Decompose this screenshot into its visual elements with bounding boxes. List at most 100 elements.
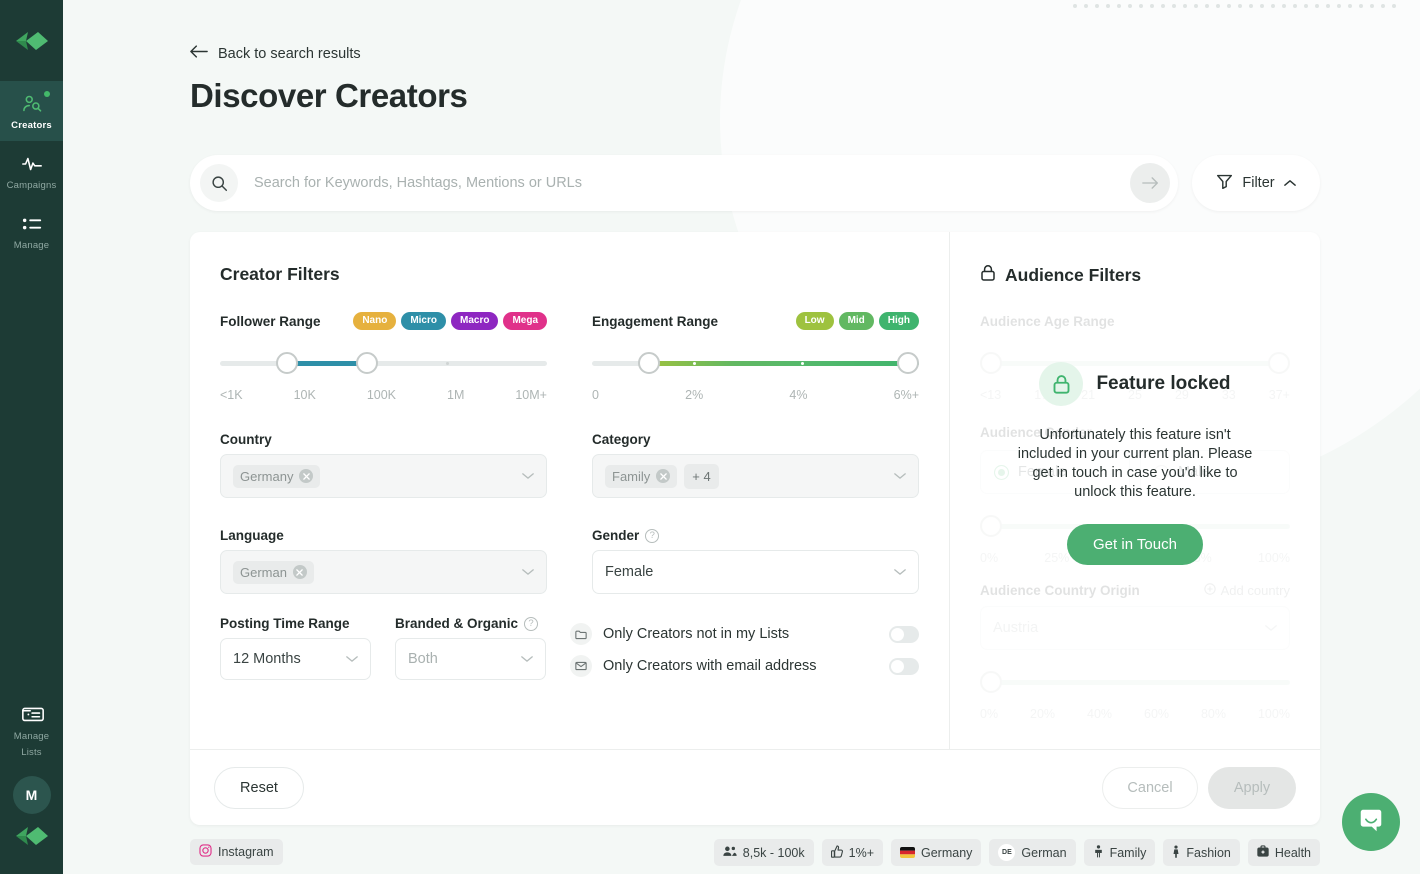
- reset-button[interactable]: Reset: [214, 767, 304, 809]
- posting-time-range-select[interactable]: 12 Months: [220, 638, 371, 680]
- tick: 4%: [789, 388, 807, 402]
- pill-micro: Micro: [401, 312, 446, 330]
- remove-language-icon[interactable]: [293, 565, 307, 579]
- platform-chip[interactable]: Instagram: [190, 839, 283, 865]
- gender-select[interactable]: Female: [592, 550, 919, 594]
- slider-knob-min[interactable]: [276, 352, 298, 374]
- audience-filters-title: Audience Filters: [1005, 265, 1141, 286]
- flag-de-icon: [900, 847, 915, 858]
- engagement-range-label: Engagement Range: [592, 314, 718, 329]
- search-icon: [200, 164, 238, 202]
- slider-fill: [648, 361, 919, 366]
- tick: 0: [592, 388, 599, 402]
- sidebar-item-label-line2: Lists: [21, 747, 42, 758]
- chevron-down-icon: [522, 467, 534, 485]
- country-filter: Country Germany: [220, 432, 547, 498]
- search-box: [190, 155, 1178, 211]
- slider-knob-min[interactable]: [638, 352, 660, 374]
- back-to-search-results-link[interactable]: Back to search results: [190, 44, 361, 63]
- language-tag-label: German: [240, 565, 287, 580]
- pill-mid: Mid: [839, 312, 874, 330]
- tick: 100K: [367, 388, 396, 402]
- remove-category-icon[interactable]: [656, 469, 670, 483]
- pill-low: Low: [796, 312, 834, 330]
- chip-label: German: [1021, 846, 1066, 860]
- audience-country-origin-filter: Audience Country Origin Add country: [980, 583, 1290, 721]
- sidebar: Creators Campaigns Manage: [0, 0, 63, 874]
- branded-organic-filter: Branded & Organic ? Both: [395, 616, 546, 680]
- chip-language[interactable]: DE German: [989, 839, 1075, 866]
- cancel-button[interactable]: Cancel: [1102, 767, 1198, 809]
- slider-knob-max[interactable]: [356, 352, 378, 374]
- gender-label: Gender: [592, 528, 639, 543]
- sidebar-item-manage[interactable]: Manage: [0, 201, 63, 261]
- app-root: Creators Campaigns Manage: [0, 0, 1420, 874]
- chip-category-family[interactable]: Family: [1084, 839, 1156, 866]
- tick: 10K: [294, 388, 316, 402]
- sidebar-item-campaigns[interactable]: Campaigns: [0, 141, 63, 201]
- slider-notch: [446, 362, 449, 365]
- audience-filters-title-row: Audience Filters: [980, 264, 1290, 287]
- followers-icon: [723, 845, 737, 860]
- audience-age-range-label: Audience Age Range: [980, 314, 1115, 329]
- apply-button[interactable]: Apply: [1208, 767, 1296, 809]
- chip-followers[interactable]: 8,5k - 100k: [714, 839, 814, 866]
- avatar[interactable]: M: [13, 776, 51, 814]
- follower-range-slider[interactable]: [220, 350, 547, 384]
- sidebar-item-manage-lists[interactable]: Manage Lists: [0, 692, 63, 768]
- toggle-switch[interactable]: [889, 658, 919, 675]
- chat-support-button[interactable]: [1342, 793, 1400, 851]
- list-icon: [21, 213, 43, 235]
- search-input[interactable]: [238, 175, 1130, 191]
- branded-organic-select[interactable]: Both: [395, 638, 546, 680]
- mail-icon: [570, 655, 592, 677]
- chevron-down-icon: [1265, 619, 1277, 637]
- sidebar-item-label: Creators: [11, 120, 52, 131]
- creator-bottom-row: Posting Time Range 12 Months: [220, 616, 919, 682]
- posting-time-range-label: Posting Time Range: [220, 616, 350, 631]
- chevron-down-icon: [522, 563, 534, 581]
- toggle-only-creators-not-in-lists[interactable]: Only Creators not in my Lists: [570, 618, 919, 650]
- filter-toggle-button[interactable]: Filter: [1192, 155, 1320, 211]
- fashion-icon: [1172, 845, 1180, 861]
- chevron-down-icon: [894, 467, 906, 485]
- lock-icon: [980, 264, 996, 287]
- remove-country-icon[interactable]: [299, 469, 313, 483]
- main-content: Back to search results Discover Creators: [63, 0, 1420, 874]
- toggle-only-creators-with-email[interactable]: Only Creators with email address: [570, 650, 919, 682]
- chip-category-health[interactable]: Health: [1248, 839, 1320, 866]
- page-title: Discover Creators: [190, 77, 1420, 115]
- engagement-range-slider[interactable]: [592, 350, 919, 384]
- applied-filters-bar: Instagram 8,5k - 100k: [190, 839, 1320, 874]
- chevron-down-icon: [346, 650, 358, 668]
- category-more-count[interactable]: + 4: [684, 464, 718, 489]
- country-tag: Germany: [233, 465, 320, 488]
- help-icon[interactable]: ?: [524, 617, 538, 631]
- toggle-switch[interactable]: [889, 626, 919, 643]
- chip-country[interactable]: Germany: [891, 839, 981, 866]
- toggle-label: Only Creators not in my Lists: [603, 626, 878, 642]
- get-in-touch-button[interactable]: Get in Touch: [1067, 524, 1203, 565]
- add-country-button: Add country: [1204, 583, 1290, 598]
- chip-engagement[interactable]: 1%+: [822, 839, 883, 866]
- language-select[interactable]: German: [220, 550, 547, 594]
- feature-locked-overlay: Feature locked Unfortunately this featur…: [950, 362, 1320, 565]
- pill-macro: Macro: [451, 312, 498, 330]
- search-submit-button[interactable]: [1130, 163, 1170, 203]
- sidebar-item-creators[interactable]: Creators: [0, 81, 63, 141]
- pill-nano: Nano: [353, 312, 396, 330]
- country-select[interactable]: Germany: [220, 454, 547, 498]
- tick: 10M+: [515, 388, 547, 402]
- back-label: Back to search results: [218, 46, 361, 62]
- arrow-left-icon: [190, 44, 208, 63]
- tick: 1M: [447, 388, 464, 402]
- audience-country-slider: [980, 669, 1290, 703]
- category-select[interactable]: Family + 4: [592, 454, 919, 498]
- slider-knob-max[interactable]: [897, 352, 919, 374]
- chip-category-fashion[interactable]: Fashion: [1163, 839, 1239, 866]
- help-icon[interactable]: ?: [645, 529, 659, 543]
- pill-mega: Mega: [503, 312, 547, 330]
- pill-high: High: [879, 312, 919, 330]
- language-de-icon: DE: [998, 844, 1015, 861]
- category-label: Category: [592, 432, 651, 447]
